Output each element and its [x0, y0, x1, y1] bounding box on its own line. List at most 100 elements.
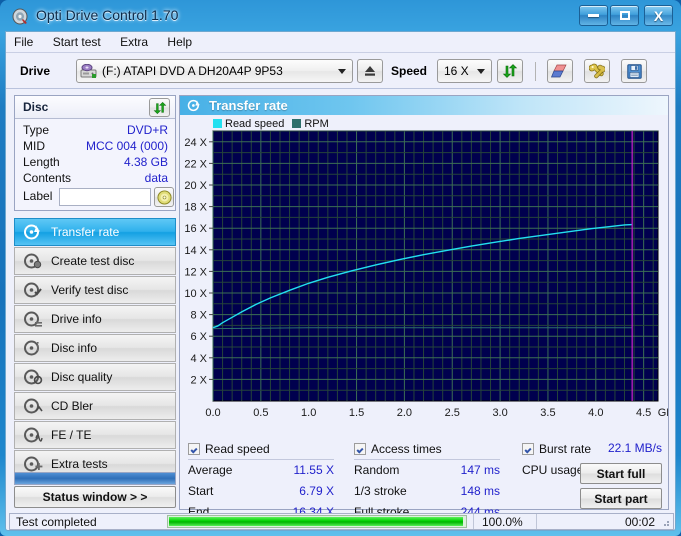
close-button[interactable]: X — [644, 5, 673, 26]
legend-swatch-read-speed — [213, 119, 222, 128]
menu-help[interactable]: Help — [159, 32, 200, 51]
y-tick-label: 8 X — [190, 310, 207, 322]
sidebar-item-drive-info[interactable]: Drive info — [14, 305, 176, 333]
disc-row: Contents data — [15, 171, 175, 187]
disc-speed-icon — [187, 99, 200, 112]
burst-rate-checkbox-row[interactable]: Burst rate 22.1 MB/s — [522, 439, 662, 458]
maximize-button[interactable] — [610, 5, 639, 26]
x-tick-label: 2.5 — [445, 407, 460, 419]
refresh-arrows-icon — [153, 101, 166, 114]
burst-rate-value: 22.1 MB/s — [607, 441, 662, 455]
sidebar-item-transfer-rate[interactable]: Transfer rate — [14, 218, 176, 246]
menu-start-test[interactable]: Start test — [45, 32, 109, 51]
disc-label-button[interactable] — [154, 187, 174, 207]
speed-select[interactable]: 16 X — [437, 59, 492, 83]
legend-label-read-speed: Read speed — [225, 117, 285, 130]
disc-verify-icon — [24, 282, 42, 298]
stat-key: Average — [188, 463, 233, 477]
x-axis-unit-label: GB — [658, 407, 668, 419]
status-window-button[interactable]: Status window > > — [14, 486, 176, 508]
chevron-down-icon — [477, 69, 485, 74]
start-full-button[interactable]: Start full — [580, 463, 662, 484]
minimize-button[interactable] — [579, 5, 608, 26]
y-tick-label: 14 X — [184, 245, 207, 257]
sidebar-item-disc-info[interactable]: Disc info — [14, 334, 176, 362]
drive-label: Drive — [20, 64, 51, 78]
chart-plot-area[interactable]: 2 X 4 X 6 X 8 X 10 X 12 X 14 X 16 X 18 X 20 X 22 X… — [180, 129, 668, 439]
burst-rate-label: Burst rate — [539, 441, 592, 456]
x-tick-label: 4.0 — [588, 407, 603, 419]
disc-row: Length 4.38 GB — [15, 155, 175, 171]
stat-row-random: Random 147 ms — [354, 460, 500, 481]
burst-rate-checkbox[interactable] — [522, 442, 534, 455]
resize-grip-icon[interactable] — [659, 516, 671, 528]
disc-fete-icon — [24, 427, 43, 443]
disc-length-label: Length — [23, 155, 60, 169]
sidebar-item-disc-quality[interactable]: Disc quality — [14, 363, 176, 391]
erase-button[interactable] — [547, 59, 573, 83]
sidebar-item-label: Extra tests — [51, 457, 108, 471]
status-text: Test completed — [16, 514, 97, 529]
progress-bar — [167, 515, 467, 528]
x-tick-label: 3.5 — [540, 407, 555, 419]
eject-button[interactable] — [357, 59, 383, 83]
progress-percent: 100.0% — [482, 514, 523, 529]
save-button[interactable] — [621, 59, 647, 83]
transfer-rate-plot: 2 X 4 X 6 X 8 X 10 X 12 X 14 X 16 X 18 X 20 X 22 X… — [184, 130, 668, 419]
read-speed-label: Read speed — [205, 441, 270, 456]
disc-label-input[interactable] — [59, 188, 151, 206]
floppy-save-icon — [626, 63, 642, 79]
window-title: Opti Drive Control 1.70 — [36, 7, 179, 23]
read-speed-checkbox-row[interactable]: Read speed — [188, 439, 334, 458]
disc-label-label: Label — [23, 189, 53, 203]
sidebar-item-label: Drive info — [51, 312, 102, 326]
eraser-icon — [551, 64, 567, 78]
disc-mid-value: MCC 004 (000) — [85, 139, 168, 153]
toolbar-separator — [535, 62, 536, 81]
sidebar-item-label: Transfer rate — [51, 225, 120, 239]
drive-icon — [80, 63, 97, 78]
x-tick-label: 4.5 — [636, 407, 651, 419]
legend-label-rpm: RPM — [304, 117, 329, 130]
access-times-checkbox[interactable] — [354, 442, 366, 455]
disc-refresh-button[interactable] — [149, 98, 170, 117]
disc-extra-icon — [24, 456, 43, 472]
sidebar-item-create-test-disc[interactable]: Create test disc — [14, 247, 176, 275]
y-tick-label: 22 X — [184, 158, 207, 170]
drive-value: (F:) ATAPI DVD A DH20A4P 9P53 — [102, 64, 283, 78]
menu-file[interactable]: File — [6, 32, 41, 51]
menu-extra[interactable]: Extra — [112, 32, 156, 51]
sidebar-item-cd-bler[interactable]: CD Bler — [14, 392, 176, 420]
stat-value: 6.79 X — [299, 484, 334, 498]
speed-label: Speed — [391, 64, 428, 78]
sidebar-item-fe-te[interactable]: FE / TE — [14, 421, 176, 449]
stat-row-start: Start 6.79 X — [188, 481, 334, 502]
drive-select[interactable]: (F:) ATAPI DVD A DH20A4P 9P53 — [76, 59, 353, 83]
disc-info2-icon — [24, 340, 39, 356]
y-tick-label: 6 X — [190, 331, 207, 343]
y-tick-label: 16 X — [184, 223, 207, 235]
stat-key: Start — [188, 484, 214, 498]
sidebar-nav: Transfer rate Create test disc Verify te… — [14, 218, 176, 479]
status-bar: Test completed 100.0% 00:02 — [9, 513, 674, 530]
sidebar-filler — [14, 472, 176, 485]
sidebar-item-label: Disc quality — [51, 370, 113, 384]
disc-length-value: 4.38 GB — [123, 155, 168, 169]
tools-button[interactable] — [584, 59, 610, 83]
left-panel: Disc Type DVD+R MID MCC 004 (000) Length… — [14, 95, 176, 510]
sidebar-item-label: FE / TE — [51, 428, 92, 442]
x-tick-label: 1.0 — [301, 407, 316, 419]
stat-value: 148 ms — [460, 484, 500, 498]
progress-bar-fill — [169, 517, 463, 526]
disc-row: Type DVD+R — [15, 123, 175, 139]
refresh-button[interactable] — [497, 59, 523, 83]
wrench-icon — [589, 63, 605, 79]
chart-panel: Transfer rate Read speed RPM 2 X 4 X 6 X 8 … — [179, 95, 669, 519]
menu-bar: File Start test Extra Help — [6, 32, 675, 53]
access-times-checkbox-row[interactable]: Access times — [354, 439, 500, 458]
read-speed-checkbox[interactable] — [188, 442, 200, 455]
disc-type-value: DVD+R — [126, 123, 168, 137]
start-part-button[interactable]: Start part — [580, 488, 662, 509]
stat-value: 11.55 X — [293, 463, 334, 477]
sidebar-item-verify-test-disc[interactable]: Verify test disc — [14, 276, 176, 304]
